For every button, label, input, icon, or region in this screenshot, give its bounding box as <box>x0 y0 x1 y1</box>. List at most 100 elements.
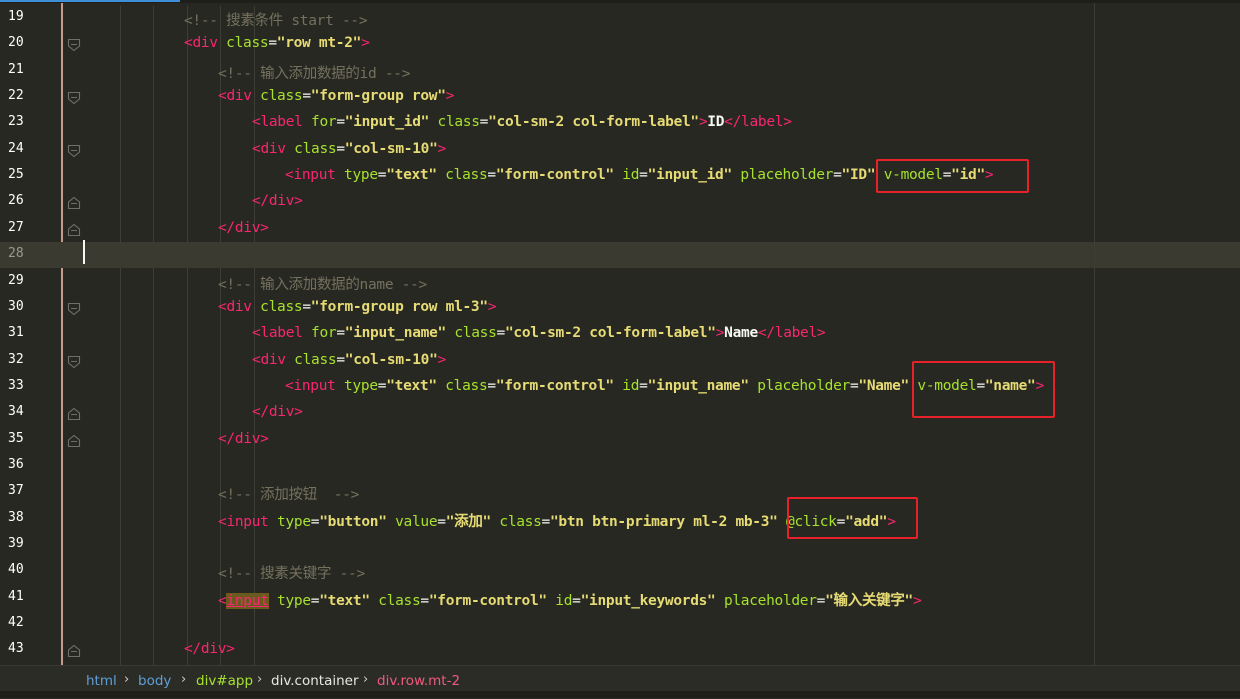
code-editor[interactable]: 19 <!-- 搜素条件 start --> 20 <div class="row m… <box>0 3 1240 668</box>
code-line[interactable]: 28 <box>0 242 1240 269</box>
code-line[interactable]: 35 </div> <box>0 427 1240 453</box>
breadcrumb-body[interactable]: body <box>138 673 171 689</box>
line-number: 32 <box>8 351 24 367</box>
code-tag: </ <box>252 404 269 421</box>
line-number: 26 <box>8 193 24 209</box>
code-line[interactable]: 26 </div> <box>0 189 1240 215</box>
code-attribute: placeholder <box>757 377 850 394</box>
fold-open-icon[interactable] <box>67 38 81 52</box>
code-tag: </ <box>184 641 201 658</box>
code-string: "col-sm-10" <box>344 351 438 368</box>
line-number: 36 <box>8 456 24 472</box>
code-text: </div> <box>218 220 269 236</box>
code-text: <label for="input_id" class="col-sm-2 co… <box>252 114 792 130</box>
code-tag: > <box>816 325 826 342</box>
active-tab-indicator <box>0 0 180 2</box>
code-tag: </ <box>252 193 269 210</box>
code-tag: div <box>260 351 286 368</box>
code-attribute: type <box>277 513 311 530</box>
breadcrumb-div-row[interactable]: div.row.mt-2 <box>377 673 460 689</box>
line-number: 29 <box>8 272 24 288</box>
code-attribute: class <box>499 513 542 530</box>
code-line[interactable]: 39 <box>0 532 1240 558</box>
code-line[interactable]: 40 <!-- 搜素关键字 --> <box>0 558 1240 584</box>
code-text: </div> <box>218 431 269 447</box>
code-line[interactable]: 21 <!-- 输入添加数据的id --> <box>0 58 1240 84</box>
code-attribute: class <box>294 351 337 368</box>
fold-close-icon[interactable] <box>67 644 81 658</box>
code-token: = <box>572 592 581 609</box>
fold-open-icon[interactable] <box>67 144 81 158</box>
code-text: <!-- 添加按钮 --> <box>218 483 359 504</box>
code-token: = <box>377 377 387 394</box>
code-attribute: id <box>622 167 640 184</box>
code-tag: div <box>192 35 218 52</box>
breadcrumb-html[interactable]: html <box>86 673 117 689</box>
code-line[interactable]: 38 <input type="button" value="添加" class=… <box>0 506 1240 532</box>
code-token: = <box>310 592 320 609</box>
line-number: 35 <box>8 430 24 446</box>
line-number: 38 <box>8 509 24 525</box>
code-token: = <box>487 377 496 394</box>
fold-close-icon[interactable] <box>67 223 81 237</box>
code-line[interactable]: 37 <!-- 添加按钮 --> <box>0 479 1240 505</box>
code-line[interactable]: 30 <div class="form-group row ml-3"> <box>0 295 1240 321</box>
fold-open-icon[interactable] <box>67 302 81 316</box>
code-text: <div class="form-group row"> <box>218 88 454 104</box>
code-line[interactable]: 20 <div class="row mt-2"> <box>0 31 1240 57</box>
code-tag: > <box>487 298 497 315</box>
code-tag: div <box>234 430 261 447</box>
fold-close-icon[interactable] <box>67 407 81 421</box>
code-tag: label <box>774 325 817 342</box>
code-line[interactable]: 23 <label for="input_id" class="col-sm-2 … <box>0 110 1240 136</box>
code-line[interactable]: 19 <!-- 搜素条件 start --> <box>0 5 1240 31</box>
code-tag: div <box>268 193 295 210</box>
fold-close-icon[interactable] <box>67 434 81 448</box>
code-line[interactable]: 41 <input type="text" class="form-control… <box>0 585 1240 611</box>
code-line[interactable]: 25 <input type="text" class="form-control… <box>0 163 1240 189</box>
code-tag: label <box>260 325 303 342</box>
line-number: 43 <box>8 641 24 657</box>
code-line[interactable]: 22 <div class="form-group row"> <box>0 84 1240 110</box>
fold-close-icon[interactable] <box>67 196 81 210</box>
code-attribute: class <box>378 592 421 609</box>
line-number: 37 <box>8 483 24 499</box>
code-tag: </ <box>218 219 235 236</box>
code-attribute: id <box>555 592 573 609</box>
code-tag: > <box>783 114 792 131</box>
code-tag: > <box>260 430 269 447</box>
line-number: 34 <box>8 404 24 420</box>
code-line[interactable]: 29 <!-- 输入添加数据的name --> <box>0 269 1240 295</box>
code-tag: div <box>268 404 295 421</box>
code-text: <!-- 搜素关键字 --> <box>218 562 365 583</box>
code-attribute: class <box>445 377 488 394</box>
highlight-box-v-model-name <box>912 361 1055 418</box>
code-string: "col-sm-2 col-form-label" <box>488 114 699 131</box>
code-text: <!-- 输入添加数据的id --> <box>218 62 410 83</box>
code-line[interactable]: 31 <label for="input_name" class="col-sm-… <box>0 321 1240 347</box>
code-text: <div class="col-sm-10"> <box>252 141 446 157</box>
breadcrumb-div-app[interactable]: div#app <box>196 673 253 689</box>
code-line[interactable]: 27 </div> <box>0 216 1240 242</box>
code-token: Name <box>724 325 758 342</box>
breadcrumb-div-container[interactable]: div.container <box>271 673 359 689</box>
line-number: 40 <box>8 562 24 578</box>
fold-open-icon[interactable] <box>67 91 81 105</box>
code-attribute: class <box>454 325 497 342</box>
fold-open-icon[interactable] <box>67 355 81 369</box>
code-line[interactable]: 43 </div> <box>0 637 1240 663</box>
code-line[interactable]: 36 <box>0 453 1240 479</box>
code-line[interactable]: 24 <div class="col-sm-10"> <box>0 137 1240 163</box>
code-line[interactable]: 42 <box>0 611 1240 637</box>
code-string: "input_name" <box>344 325 446 342</box>
code-text: <div class="row mt-2"> <box>184 35 370 51</box>
code-tag: > <box>294 193 303 210</box>
